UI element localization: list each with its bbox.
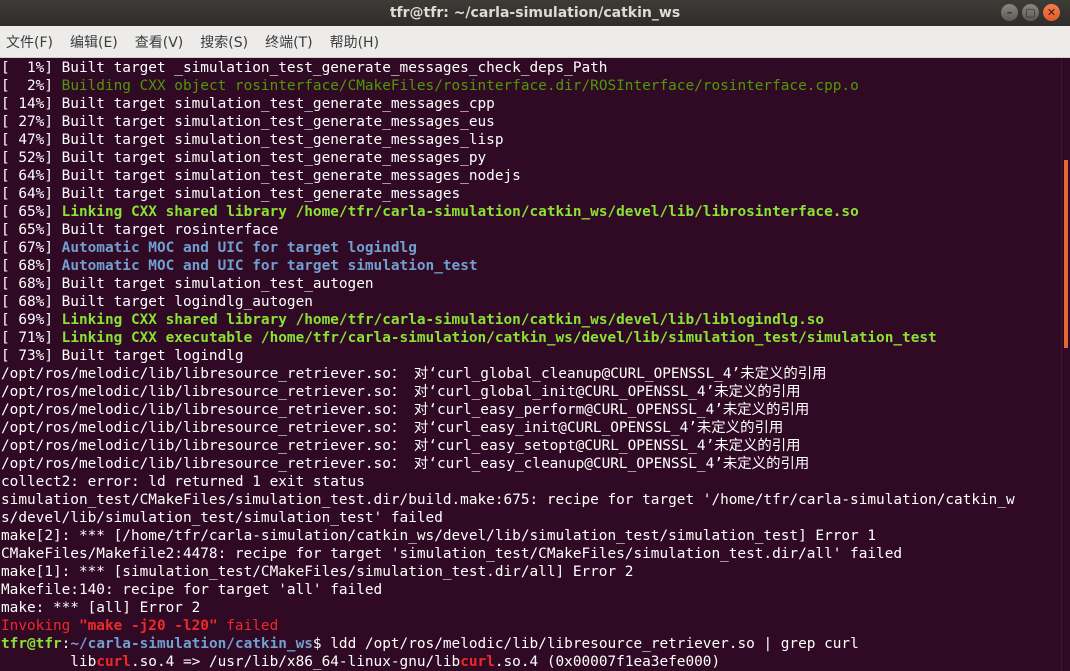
terminal-text: Automatic MOC and UIC for target logindl… (61, 240, 417, 256)
terminal-line: simulation_test/CMakeFiles/simulation_te… (1, 491, 1061, 509)
terminal-text: [ 65%] Built target rosinterface (1, 222, 279, 238)
terminal-text: /opt/ros/melodic/lib/libresource_retriev… (1, 402, 810, 418)
terminal-line: [ 64%] Built target simulation_test_gene… (1, 167, 1061, 185)
terminal-line: [ 64%] Built target simulation_test_gene… (1, 185, 1061, 203)
terminal-text: [ 71%] (1, 330, 62, 346)
terminal-text: Automatic MOC and UIC for target simulat… (61, 258, 478, 274)
menu-search[interactable]: 搜索(S) (198, 30, 250, 54)
menu-file[interactable]: 文件(F) (4, 30, 55, 54)
terminal-line: [ 1%] Built target _simulation_test_gene… (1, 59, 1061, 77)
terminal-line: collect2: error: ld returned 1 exit stat… (1, 473, 1061, 491)
terminal-text: Building CXX object rosinterface/CMakeFi… (61, 78, 859, 94)
terminal-text: curl (96, 654, 131, 670)
terminal-line: [ 65%] Linking CXX shared library /home/… (1, 203, 1061, 221)
terminal-line: /opt/ros/melodic/lib/libresource_retriev… (1, 419, 1061, 437)
terminal-text: [ 65%] (1, 204, 62, 220)
terminal-text: tfr@tfr (1, 636, 62, 652)
terminal-text: CMakeFiles/Makefile2:4478: recipe for ta… (1, 546, 903, 562)
window-title: tfr@tfr: ~/carla-simulation/catkin_ws (389, 5, 681, 21)
menu-view[interactable]: 查看(V) (133, 30, 186, 54)
terminal-text: [ 47%] Built target simulation_test_gene… (1, 132, 504, 148)
close-button[interactable]: ✕ (1043, 4, 1060, 21)
terminal-line: Invoking "make -j20 -l20" failed (1, 617, 1061, 635)
terminal-line: /opt/ros/melodic/lib/libresource_retriev… (1, 455, 1061, 473)
terminal-text: [ 52%] Built target simulation_test_gene… (1, 150, 487, 166)
terminal-text: [ 68%] Built target simulation_test_auto… (1, 276, 374, 292)
terminal-text: collect2: error: ld returned 1 exit stat… (1, 474, 365, 490)
terminal-line: make: *** [all] Error 2 (1, 599, 1061, 617)
terminal-line: [ 68%] Automatic MOC and UIC for target … (1, 257, 1061, 275)
terminal-line: s/devel/lib/simulation_test/simulation_t… (1, 509, 1061, 527)
terminal-text: s/devel/lib/simulation_test/simulation_t… (1, 510, 443, 526)
terminal-text: .so.4 (0x00007f1ea3efe000) (494, 654, 721, 670)
terminal-line: libcurl.so.4 => /usr/lib/x86_64-linux-gn… (1, 653, 1061, 671)
terminal-text: Linking CXX shared library /home/tfr/car… (61, 312, 825, 328)
terminal-text: /opt/ros/melodic/lib/libresource_retriev… (1, 384, 801, 400)
terminal-text: ~/carla-simulation/catkin_ws (70, 636, 313, 652)
terminal-line: CMakeFiles/Makefile2:4478: recipe for ta… (1, 545, 1061, 563)
maximize-button[interactable]: ▢ (1022, 4, 1039, 21)
menu-help[interactable]: 帮助(H) (328, 30, 381, 54)
terminal-text: lib (1, 654, 97, 670)
terminal-text: [ 69%] (1, 312, 62, 328)
terminal-text: [ 64%] Built target simulation_test_gene… (1, 168, 521, 184)
terminal-text: Linking CXX shared library /home/tfr/car… (61, 204, 859, 220)
terminal-text: curl (460, 654, 495, 670)
terminal-line: tfr@tfr:~/carla-simulation/catkin_ws$ ld… (1, 635, 1061, 653)
menu-edit[interactable]: 编辑(E) (68, 30, 120, 54)
terminal-line: [ 68%] Built target logindlg_autogen (1, 293, 1061, 311)
terminal-text: [ 64%] Built target simulation_test_gene… (1, 186, 461, 202)
terminal-text: Linking CXX executable /home/tfr/carla-s… (61, 330, 937, 346)
terminal-line: /opt/ros/melodic/lib/libresource_retriev… (1, 401, 1061, 419)
terminal-text: /opt/ros/melodic/lib/libresource_retriev… (1, 420, 784, 436)
terminal-text: make: *** [all] Error 2 (1, 600, 201, 616)
window-controls: – ▢ ✕ (1001, 4, 1060, 21)
terminal-line: make[1]: *** [simulation_test/CMakeFiles… (1, 563, 1061, 581)
terminal-text: [ 2%] (1, 78, 62, 94)
terminal-line: [ 47%] Built target simulation_test_gene… (1, 131, 1061, 149)
terminal-text: make[2]: *** [/home/tfr/carla-simulation… (1, 528, 877, 544)
terminal-output[interactable]: [ 1%] Built target _simulation_test_gene… (0, 58, 1061, 671)
terminal-text: /opt/ros/melodic/lib/libresource_retriev… (1, 438, 801, 454)
terminal-text: /opt/ros/melodic/lib/libresource_retriev… (1, 366, 827, 382)
terminal-text: $ ldd /opt/ros/melodic/lib/libresource_r… (312, 636, 859, 652)
terminal-text: Invoking (1, 618, 79, 634)
terminal-line: /opt/ros/melodic/lib/libresource_retriev… (1, 437, 1061, 455)
terminal-line: [ 68%] Built target simulation_test_auto… (1, 275, 1061, 293)
terminal-line: [ 65%] Built target rosinterface (1, 221, 1061, 239)
terminal-line: [ 73%] Built target logindlg (1, 347, 1061, 365)
terminal-text: [ 68%] Built target logindlg_autogen (1, 294, 313, 310)
terminal-line: [ 71%] Linking CXX executable /home/tfr/… (1, 329, 1061, 347)
terminal-text: "make -j20 -l20" (78, 618, 218, 634)
scrollbar-thumb[interactable] (1064, 160, 1068, 348)
terminal-line: [ 67%] Automatic MOC and UIC for target … (1, 239, 1061, 257)
terminal-line: [ 2%] Building CXX object rosinterface/C… (1, 77, 1061, 95)
terminal-text: /opt/ros/melodic/lib/libresource_retriev… (1, 456, 810, 472)
terminal-scrollbar[interactable] (1061, 58, 1070, 671)
terminal-line: [ 69%] Linking CXX shared library /home/… (1, 311, 1061, 329)
menubar: 文件(F) 编辑(E) 查看(V) 搜索(S) 终端(T) 帮助(H) (0, 26, 1070, 58)
terminal-text: [ 67%] (1, 240, 62, 256)
terminal-text: Makefile:140: recipe for target 'all' fa… (1, 582, 383, 598)
terminal-line: [ 27%] Built target simulation_test_gene… (1, 113, 1061, 131)
terminal-line: make[2]: *** [/home/tfr/carla-simulation… (1, 527, 1061, 545)
terminal-text: make[1]: *** [simulation_test/CMakeFiles… (1, 564, 634, 580)
terminal-text: .so.4 => /usr/lib/x86_64-linux-gnu/lib (130, 654, 461, 670)
terminal-line: /opt/ros/melodic/lib/libresource_retriev… (1, 383, 1061, 401)
terminal-line: /opt/ros/melodic/lib/libresource_retriev… (1, 365, 1061, 383)
menu-terminal[interactable]: 终端(T) (263, 30, 314, 54)
terminal-text: [ 73%] Built target logindlg (1, 348, 244, 364)
terminal-text: [ 1%] Built target _simulation_test_gene… (1, 60, 608, 76)
terminal-text: [ 27%] Built target simulation_test_gene… (1, 114, 495, 130)
terminal-text: [ 68%] (1, 258, 62, 274)
window-titlebar[interactable]: tfr@tfr: ~/carla-simulation/catkin_ws – … (0, 0, 1070, 26)
minimize-button[interactable]: – (1001, 4, 1018, 21)
terminal-text: failed (217, 618, 279, 634)
terminal-text: [ 14%] Built target simulation_test_gene… (1, 96, 495, 112)
terminal-line: Makefile:140: recipe for target 'all' fa… (1, 581, 1061, 599)
terminal-line: [ 52%] Built target simulation_test_gene… (1, 149, 1061, 167)
terminal-text: simulation_test/CMakeFiles/simulation_te… (1, 492, 1015, 508)
terminal-line: [ 14%] Built target simulation_test_gene… (1, 95, 1061, 113)
